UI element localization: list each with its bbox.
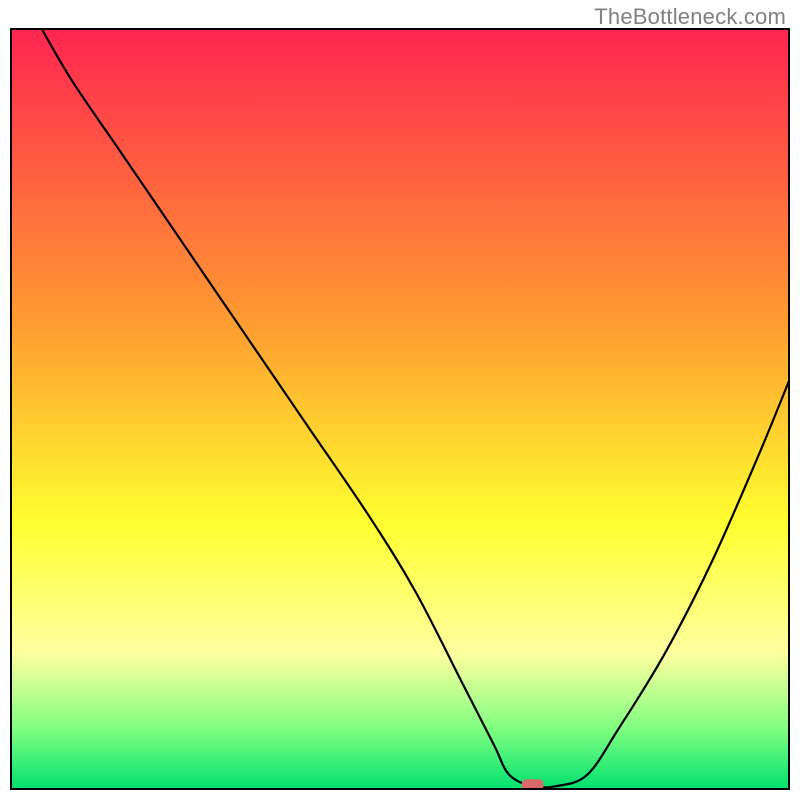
watermark-text: TheBottleneck.com [594,4,786,30]
gradient-background [10,28,790,790]
chart-frame [10,28,790,790]
optimum-marker [522,779,544,790]
chart-svg [10,28,790,790]
